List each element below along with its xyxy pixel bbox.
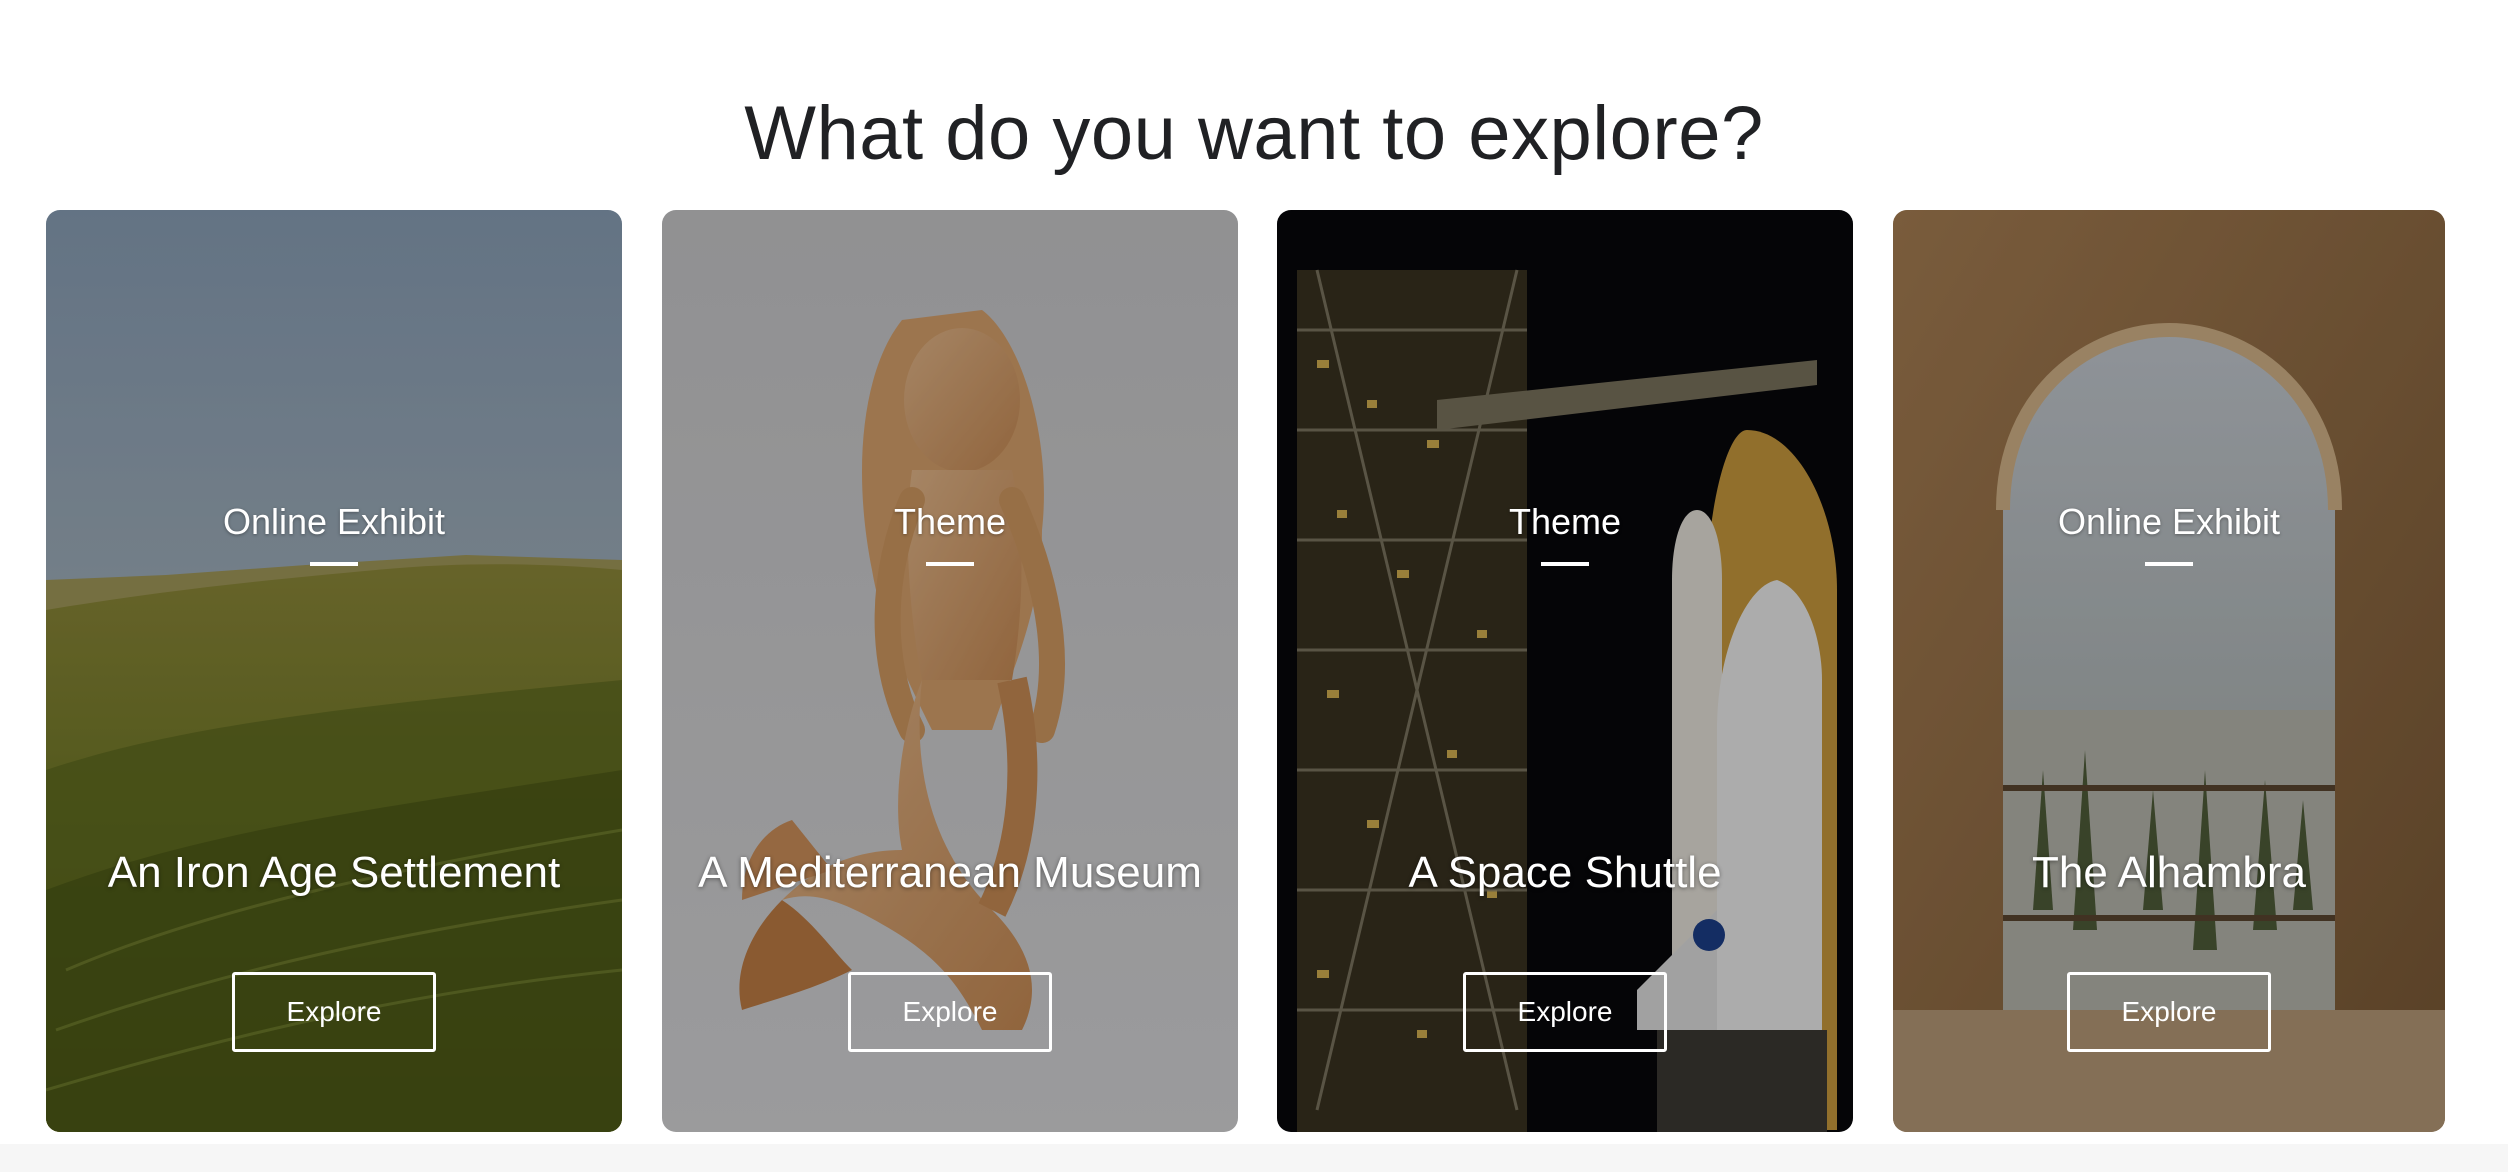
card-kind-label: Online Exhibit bbox=[2057, 501, 2281, 542]
card-alhambra[interactable]: Online Exhibit The Alhambra Explore bbox=[1893, 210, 2445, 1132]
kind-underline bbox=[310, 562, 358, 566]
card-iron-age-settlement[interactable]: Online Exhibit An Iron Age Settlement Ex… bbox=[46, 210, 622, 1132]
card-space-shuttle[interactable]: Theme A Space Shuttle Explore bbox=[1277, 210, 1853, 1132]
footer-strip bbox=[0, 1144, 2508, 1172]
kind-underline bbox=[1541, 562, 1589, 566]
card-mediterranean-museum[interactable]: Theme A Mediterranean Museum Explore bbox=[662, 210, 1238, 1132]
explore-button[interactable]: Explore bbox=[232, 972, 436, 1052]
card-title: An Iron Age Settlement bbox=[107, 848, 561, 897]
explore-button[interactable]: Explore bbox=[2067, 972, 2271, 1052]
card-kind-label: Theme bbox=[893, 501, 1007, 542]
card-title: The Alhambra bbox=[2032, 848, 2306, 897]
explore-button[interactable]: Explore bbox=[848, 972, 1052, 1052]
kind-underline bbox=[2145, 562, 2193, 566]
kind-underline bbox=[926, 562, 974, 566]
card-title: A Space Shuttle bbox=[1408, 848, 1722, 897]
card-kind-label: Theme bbox=[1508, 501, 1622, 542]
explore-page: What do you want to explore? Online Exhi… bbox=[0, 0, 2508, 1172]
page-title: What do you want to explore? bbox=[744, 90, 1764, 176]
card-title: A Mediterranean Museum bbox=[698, 848, 1202, 897]
explore-button[interactable]: Explore bbox=[1463, 972, 1667, 1052]
card-kind-label: Online Exhibit bbox=[222, 501, 446, 542]
